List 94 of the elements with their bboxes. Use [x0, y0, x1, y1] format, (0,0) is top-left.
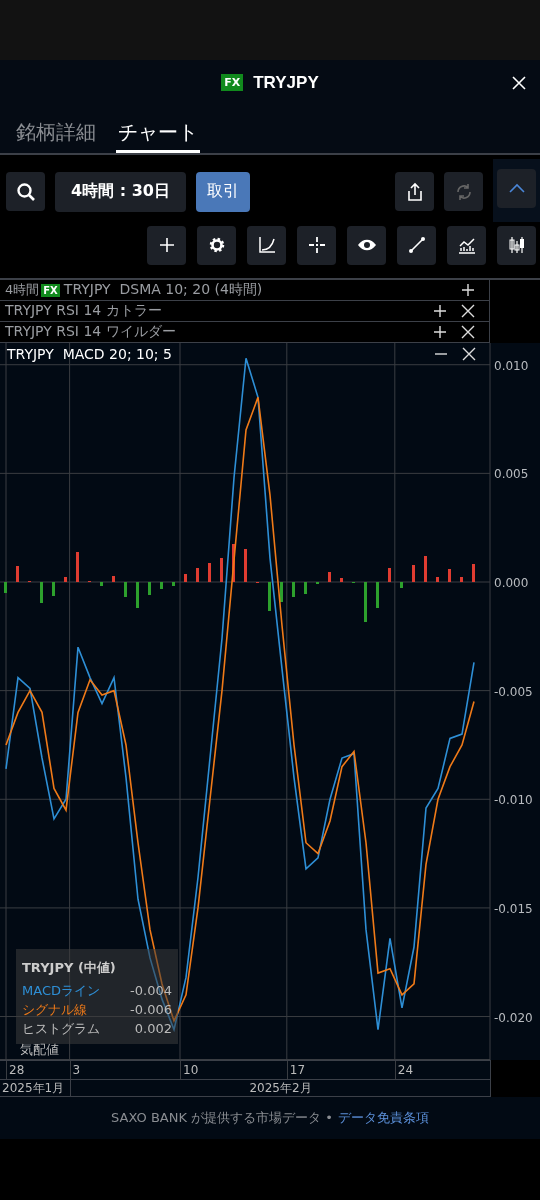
fx-badge: FX — [221, 74, 244, 91]
x-axis-label: 3 — [72, 1063, 81, 1077]
histogram-bar — [292, 582, 295, 597]
curve-icon — [256, 235, 277, 255]
plus-tool-button[interactable] — [147, 225, 186, 265]
tooltip-title: TRYJPY (中値) — [22, 959, 117, 977]
indicator-label: TRYJPY MACD 20; 10; 5 — [7, 346, 172, 362]
expand-icon[interactable] — [461, 283, 475, 297]
y-axis-label: -0.020 — [494, 1010, 533, 1025]
histogram-bar — [52, 582, 55, 596]
interval-label: 4時間 — [5, 281, 40, 299]
y-axis-label: -0.005 — [494, 684, 533, 699]
quote-label: 気配値 — [20, 1041, 59, 1059]
tab[interactable]: チャート — [116, 105, 200, 153]
curve-tool-button[interactable] — [247, 225, 286, 265]
refresh-button[interactable] — [444, 172, 483, 211]
histogram-bar — [268, 582, 271, 611]
x-axis-label: 24 — [397, 1063, 414, 1077]
histogram-bar — [64, 577, 67, 582]
histogram-bar — [220, 558, 223, 582]
search-button[interactable] — [6, 172, 45, 211]
histogram-bar — [232, 544, 235, 582]
legend-value: 0.002 — [134, 1020, 172, 1038]
histogram-bar — [472, 564, 475, 582]
remove-icon[interactable] — [461, 304, 475, 318]
candlestick-icon — [506, 235, 527, 255]
y-axis-label: 0.005 — [494, 467, 529, 482]
legend-label: ヒストグラム — [22, 1020, 100, 1038]
remove-icon[interactable] — [461, 325, 475, 339]
line-tool-button[interactable] — [397, 225, 436, 265]
gear-tool-button[interactable] — [197, 225, 236, 265]
share-button[interactable] — [395, 172, 434, 211]
remove-icon[interactable] — [462, 347, 476, 361]
tab[interactable]: 銘柄詳細 — [14, 105, 98, 153]
cross-tool-button[interactable] — [297, 225, 336, 265]
indicator-label: TRYJPY RSI 14 カトラー — [5, 302, 162, 320]
histogram-bar — [172, 582, 175, 586]
histogram-bar — [424, 556, 427, 582]
line-chart-icon — [456, 235, 477, 255]
histogram-bar — [448, 569, 451, 582]
indicator-label: TRYJPY DSMA 10; 20 (4時間) — [63, 281, 263, 299]
histogram-bar — [460, 577, 463, 582]
histogram-bar — [412, 565, 415, 582]
line-icon — [406, 235, 427, 255]
y-axis-label: -0.010 — [494, 793, 533, 808]
histogram-bar — [148, 582, 151, 595]
x-axis-label: 10 — [183, 1063, 199, 1077]
x-axis-label: 17 — [289, 1063, 306, 1077]
histogram-bar — [100, 582, 103, 586]
expand-icon[interactable] — [433, 304, 447, 318]
histogram-bar — [208, 563, 211, 582]
trade-button[interactable]: 取引 — [195, 171, 250, 212]
histogram-bar — [340, 578, 343, 582]
histogram-bar — [364, 582, 367, 622]
histogram-bar — [280, 582, 283, 602]
study-tool-button[interactable] — [447, 225, 486, 265]
histogram-bar — [76, 552, 79, 582]
legend-label: シグナル線 — [22, 1001, 87, 1019]
y-axis-label: -0.015 — [494, 901, 533, 916]
disclaimer-link[interactable]: データ免責条項 — [337, 1109, 429, 1127]
search-icon — [15, 181, 36, 202]
fx-badge: FX — [41, 283, 60, 297]
histogram-bar — [376, 582, 379, 608]
month-label: 2025年1月 — [0, 1080, 71, 1096]
instrument-title: TRYJPY — [253, 72, 319, 93]
histogram-bar — [244, 549, 247, 582]
crosshair-icon — [306, 235, 327, 255]
histogram-bar — [16, 566, 19, 582]
y-axis-label: 0.000 — [494, 576, 529, 590]
y-axis-label: 0.010 — [494, 358, 529, 373]
histogram-bar — [124, 582, 127, 597]
histogram-bar — [184, 574, 187, 582]
month-label: 2025年2月 — [248, 1080, 313, 1096]
histogram-bar — [136, 582, 139, 608]
expand-icon[interactable] — [433, 325, 447, 339]
histogram-bar — [304, 582, 307, 594]
histogram-bar — [112, 576, 115, 582]
candle-tool-button[interactable] — [497, 225, 536, 265]
eye-tool-button[interactable] — [347, 225, 386, 265]
histogram-bar — [400, 582, 403, 588]
histogram-bar — [196, 568, 199, 582]
histogram-bar — [4, 582, 7, 593]
period-button[interactable]: 4時間 : 30日 — [55, 171, 186, 212]
histogram-bar — [436, 577, 439, 582]
legend-label: MACDライン — [22, 982, 100, 1000]
histogram-bar — [388, 568, 391, 582]
indicator-label: TRYJPY RSI 14 ワイルダー — [5, 323, 176, 341]
collapse-button[interactable] — [497, 169, 536, 208]
histogram-bar — [328, 572, 331, 582]
histogram-bar — [40, 582, 43, 603]
data-source-text: SAXO BANK が提供する市場データ • — [111, 1109, 333, 1127]
histogram-bar — [160, 582, 163, 589]
x-axis-label: 28 — [9, 1063, 25, 1077]
close-icon[interactable] — [511, 75, 527, 91]
